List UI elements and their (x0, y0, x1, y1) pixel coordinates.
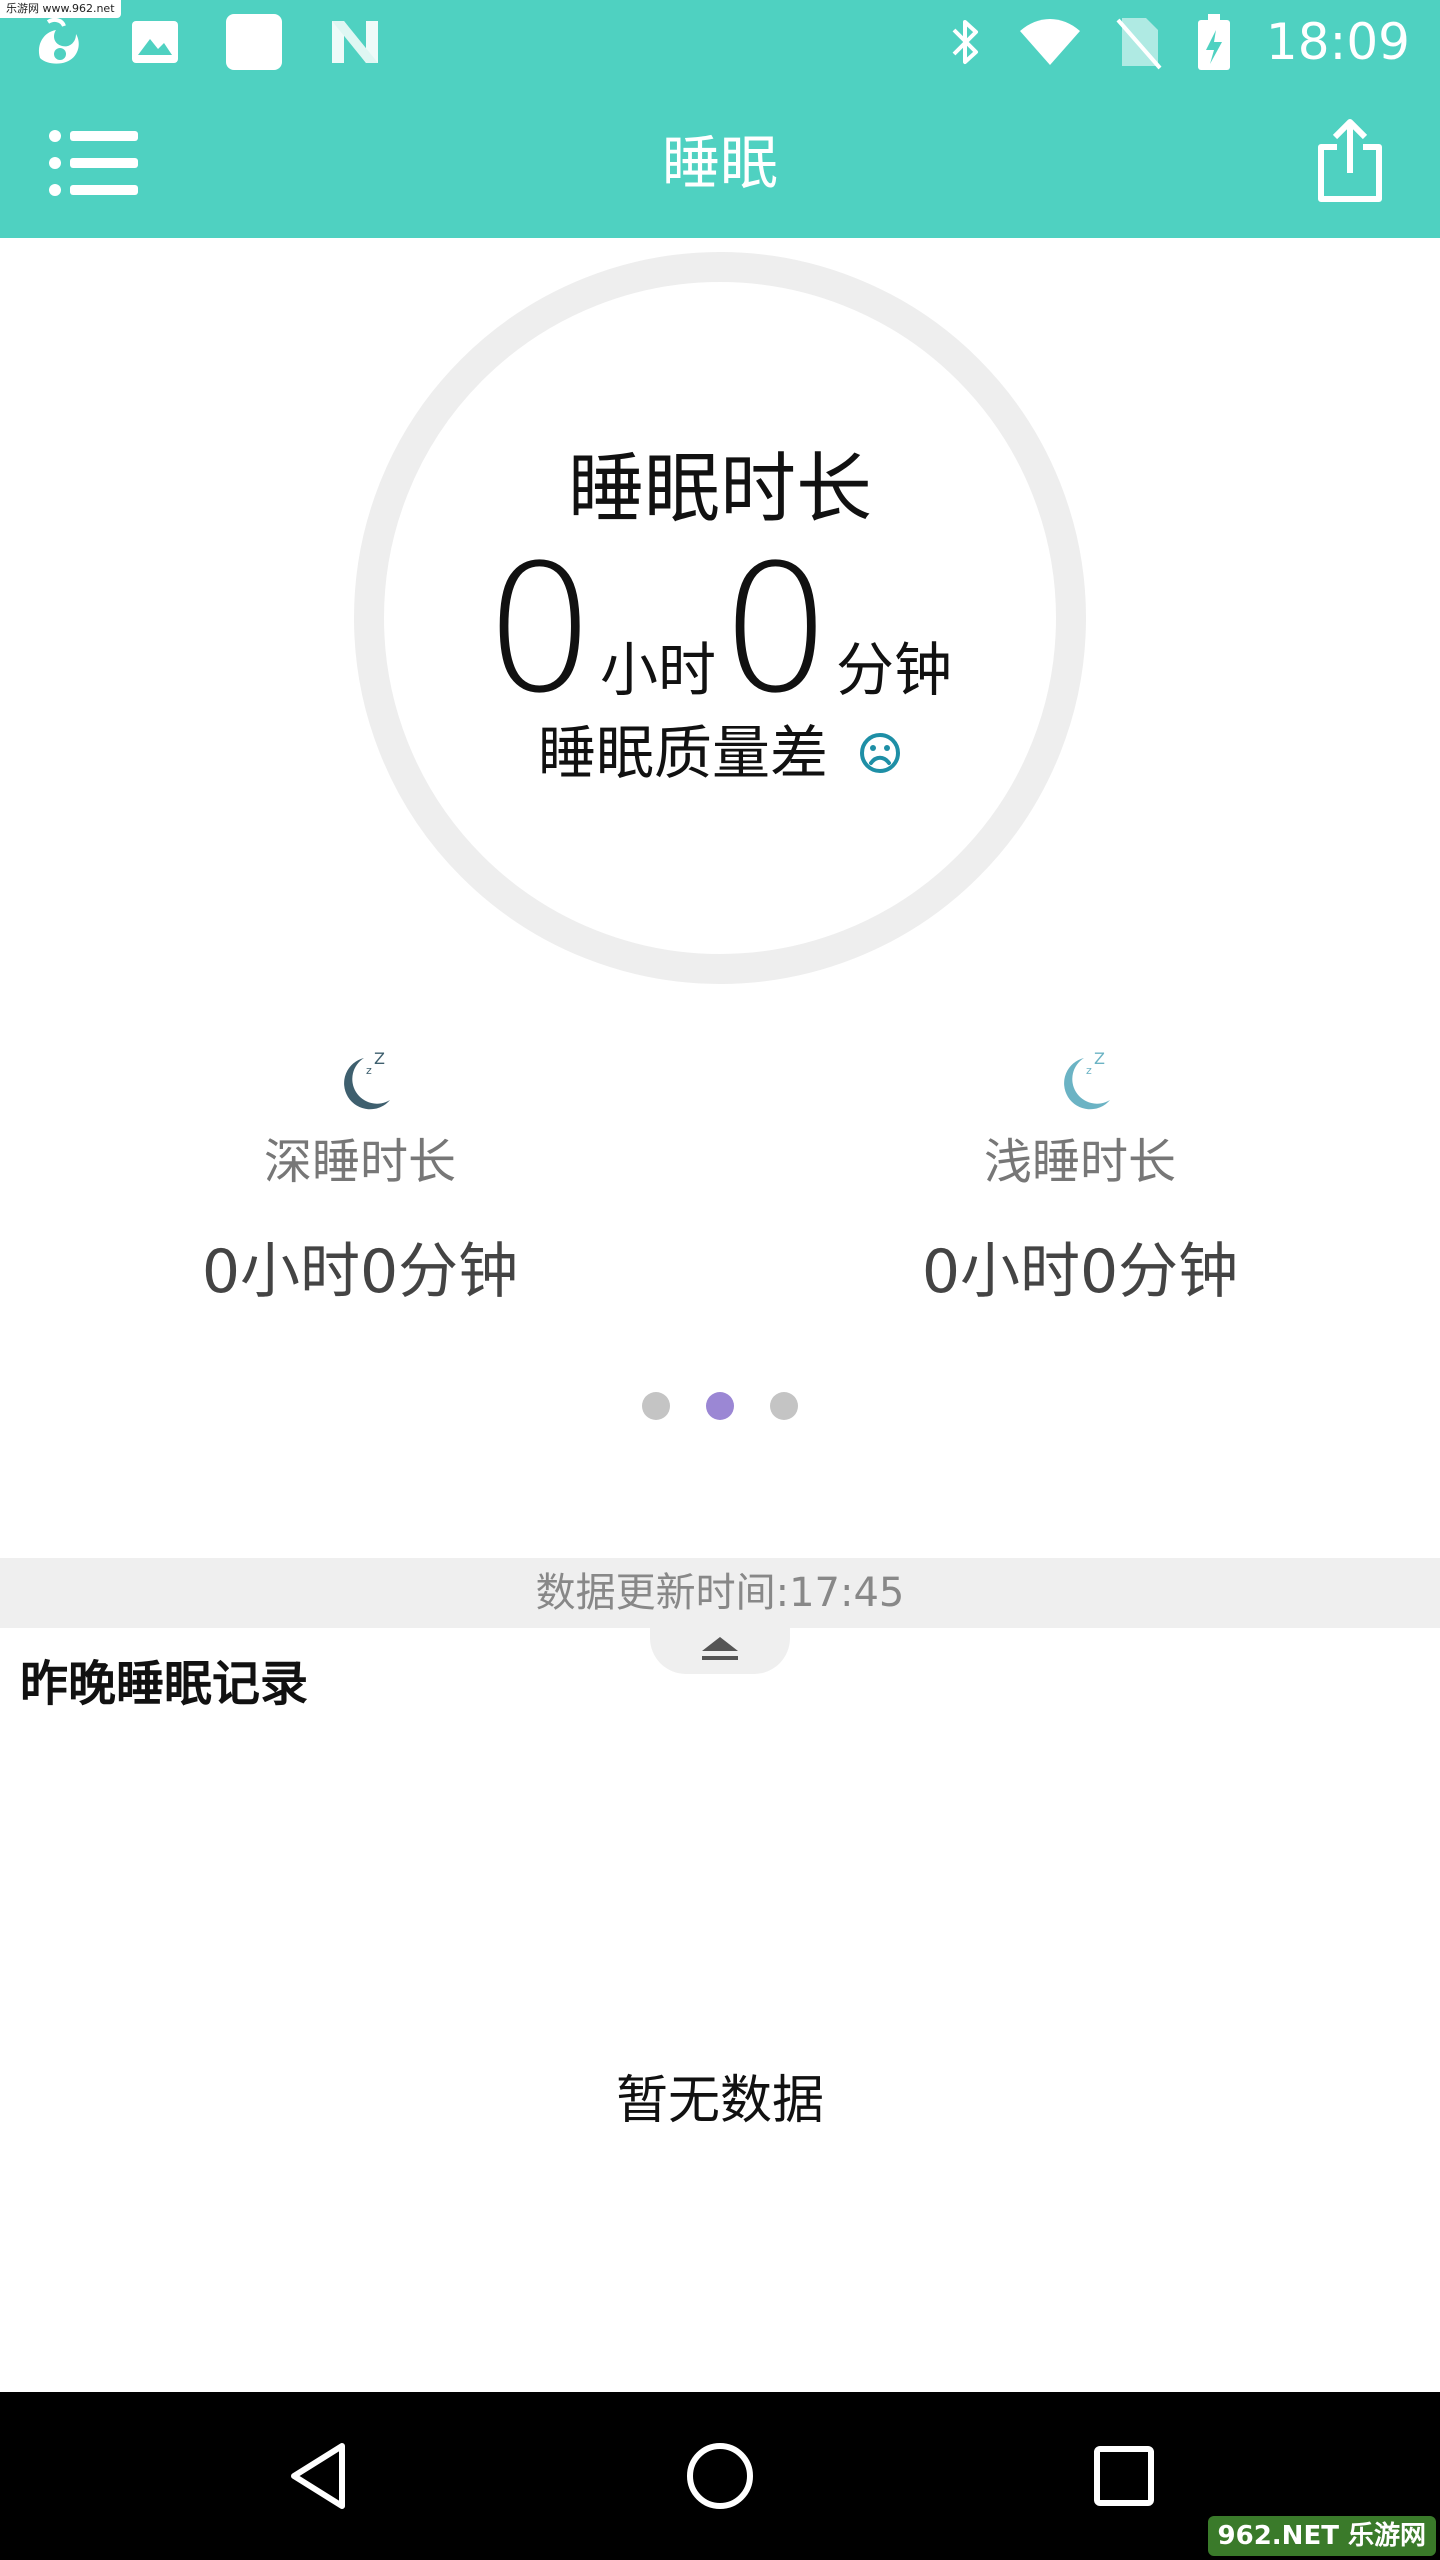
duration-minutes-unit: 分钟 (835, 636, 952, 704)
deep-sleep-value: 0小时0分钟 (201, 1237, 519, 1307)
expand-handle[interactable] (650, 1626, 790, 1674)
app-bar: 睡眠 (0, 84, 1440, 238)
sleep-quality-text: 睡眠质量差 (537, 719, 828, 787)
nav-back-button[interactable] (268, 2426, 368, 2526)
page-indicator (0, 1392, 1440, 1420)
duration-minutes: 0 (720, 527, 832, 732)
sleep-duration-value: 0 小时 0 分钟 (0, 540, 1440, 720)
duration-hours: 0 (484, 527, 596, 732)
svg-text:Z: Z (374, 1049, 385, 1068)
share-icon (1318, 119, 1382, 202)
n-app-icon (332, 21, 378, 63)
sad-face-icon (860, 733, 900, 773)
duration-hours-unit: 小时 (599, 636, 716, 704)
eject-icon (702, 1637, 738, 1660)
wifi-icon (1019, 19, 1080, 65)
status-notification-icons (30, 12, 382, 72)
status-bar: 18:09 (0, 0, 1440, 84)
svg-text:Z: Z (1094, 1049, 1105, 1068)
svg-text:z: z (1086, 1064, 1092, 1077)
deep-sleep-label: 深睡时长 (263, 1134, 456, 1190)
page-dot-2[interactable] (706, 1392, 734, 1420)
bluetooth-icon (952, 20, 978, 64)
uc-browser-icon (38, 17, 79, 64)
recents-icon (1094, 2446, 1154, 2506)
status-system-icons: 18:09 (948, 12, 1410, 72)
page-dot-3[interactable] (770, 1392, 798, 1420)
watermark-bottom: 962.NET 乐游网 (1207, 2516, 1436, 2556)
light-sleep-value: 0小时0分钟 (921, 1237, 1239, 1307)
moon-light-icon: Z z (1064, 1049, 1110, 1110)
image-icon (132, 21, 178, 63)
last-night-records-title: 昨晚睡眠记录 (20, 1656, 309, 1712)
svg-text:z: z (366, 1064, 372, 1077)
square-app-icon (226, 14, 282, 70)
deep-sleep-stat: Z z 深睡时长 0小时0分钟 (120, 1040, 600, 1310)
status-clock: 18:09 (1265, 13, 1410, 71)
sleep-quality: 睡眠质量差 (0, 718, 1440, 788)
no-sim-icon (1116, 18, 1162, 70)
moon-deep-icon: Z z (344, 1049, 390, 1110)
home-icon (687, 2443, 753, 2509)
back-icon (291, 2443, 345, 2509)
share-button[interactable] (1300, 110, 1400, 210)
system-nav-bar: 962.NET 乐游网 (0, 2392, 1440, 2560)
battery-charging-icon (1197, 14, 1230, 70)
light-sleep-stat: Z z 浅睡时长 0小时0分钟 (840, 1040, 1320, 1310)
no-data-text: 暂无数据 (615, 2071, 824, 2131)
watermark-top: 乐游网 www.962.net (0, 0, 121, 18)
nav-recents-button[interactable] (1074, 2426, 1174, 2526)
page-title: 睡眠 (661, 129, 778, 197)
sleep-duration-label: 睡眠时长 (568, 444, 872, 533)
page-dot-1[interactable] (642, 1392, 670, 1420)
nav-home-button[interactable] (670, 2426, 770, 2526)
data-update-time: 数据更新时间:17:45 (0, 1558, 1440, 1628)
light-sleep-label: 浅睡时长 (983, 1134, 1176, 1190)
